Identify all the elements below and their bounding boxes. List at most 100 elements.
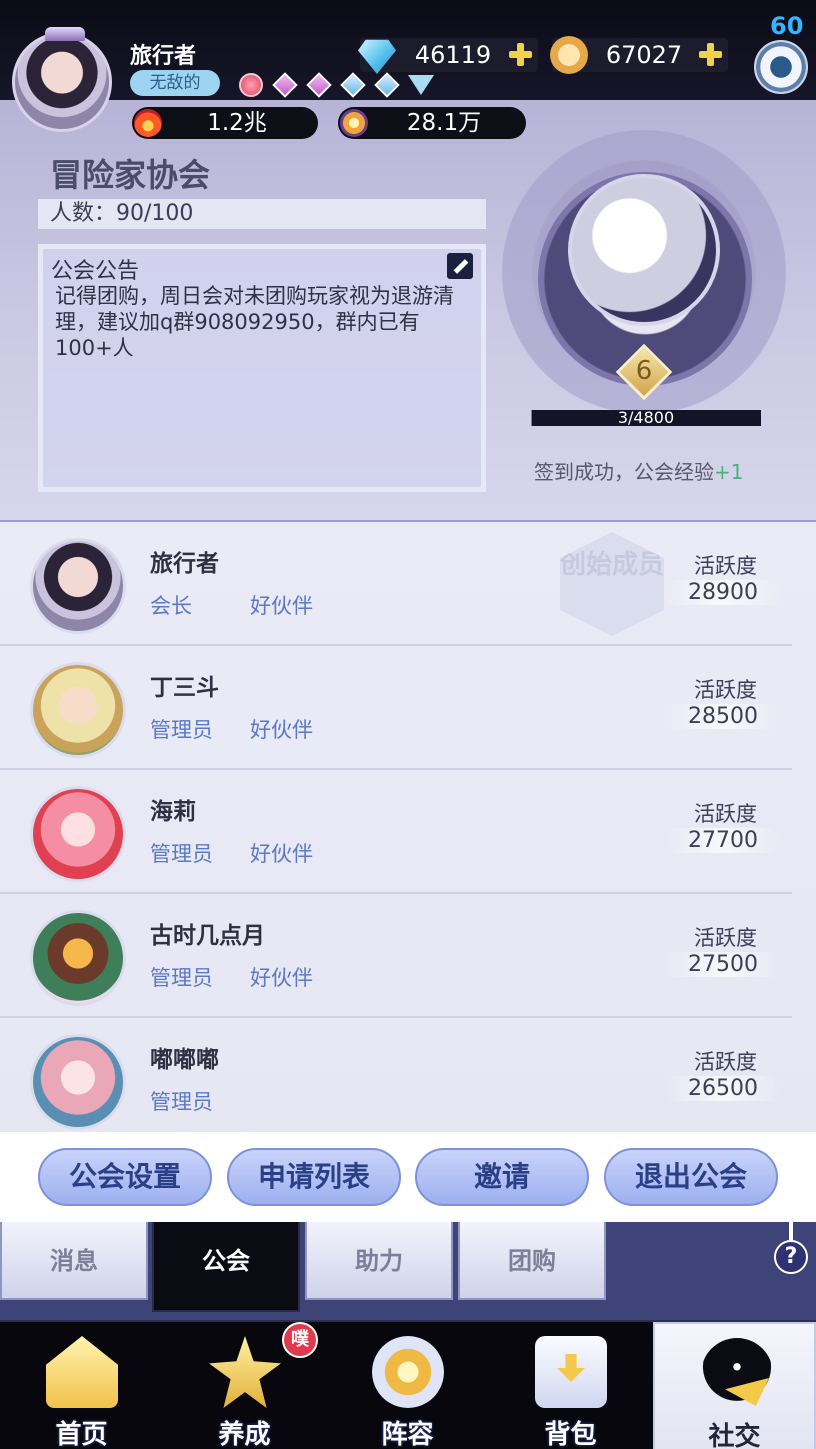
activity-label: 活跃度 [694, 802, 757, 826]
signin-text: 签到成功，公会经验 [534, 460, 714, 484]
edit-notice-icon[interactable] [447, 253, 473, 279]
member-name: 古时几点月 [150, 923, 265, 949]
nav-train-label: 养成 [218, 1420, 271, 1449]
list-item[interactable]: 古时几点月 管理员 好伙伴 活跃度 27500 [0, 894, 792, 1018]
activity-value: 27700 [666, 828, 780, 853]
activity-label: 活跃度 [694, 678, 757, 702]
add-coins-plus-icon[interactable] [698, 42, 722, 66]
help-icon[interactable]: ? [774, 1240, 808, 1274]
power-stat: 1.2兆 [132, 107, 318, 139]
nav-home[interactable]: 首页 [0, 1322, 163, 1449]
notice-text: 记得团购，周日会对未团购玩家视为退游清理，建议加q群908092950，群内已有… [55, 284, 454, 360]
player-avatar[interactable] [12, 27, 112, 132]
activity-value: 27500 [666, 952, 780, 977]
tab-guild[interactable]: 公会 [152, 1222, 300, 1312]
guild-emblem-moon-icon[interactable] [568, 174, 720, 326]
gem-currency: 46119 [358, 38, 538, 74]
member-name: 海莉 [150, 799, 196, 825]
help-pin [789, 1214, 793, 1242]
red-gem-icon [236, 70, 266, 100]
player-title-badge[interactable]: 无敌的 [130, 70, 220, 96]
guild-exp-bar: 3/4800 [531, 410, 761, 426]
member-role: 管理员 [150, 966, 213, 990]
avatar[interactable] [30, 538, 126, 634]
coin-currency-icon [550, 36, 588, 74]
activity-value: 26500 [666, 1076, 780, 1101]
blue-diamond-icon [338, 70, 368, 100]
coin-amount: 67027 [605, 41, 683, 69]
member-role: 管理员 [150, 842, 213, 866]
avatar[interactable] [30, 786, 126, 882]
founder-badge: 创始成员 [560, 532, 664, 636]
fire-icon [134, 109, 162, 137]
notification-badge: 噗 [282, 1322, 318, 1358]
guild-info-panel: 冒险家协会 人数：90/100 公会公告 记得团购，周日会对未团购玩家视为退游清… [0, 100, 816, 522]
list-item[interactable]: 创始成员 旅行者 会长 好伙伴 活跃度 28900 [0, 522, 792, 646]
list-item[interactable]: 嘟嘟嘟 管理员 活跃度 26500 [0, 1018, 792, 1132]
bottom-nav: 首页 养成 噗 阵容 背包 社交 [0, 1320, 816, 1449]
nav-bag[interactable]: 背包 [489, 1322, 652, 1449]
avatar[interactable] [30, 910, 126, 1006]
activity-label: 活跃度 [694, 554, 757, 578]
member-tag: 好伙伴 [250, 966, 313, 990]
signin-status: 签到成功，公会经验+1 [534, 456, 743, 485]
gem-amount: 46119 [414, 41, 492, 69]
notice-title: 公会公告 [51, 259, 140, 284]
star-train-icon [209, 1336, 281, 1408]
social-subtabs: 消息 公会 助力 团购 ? [0, 1214, 816, 1320]
application-list-button[interactable]: 申请列表 [227, 1148, 401, 1206]
member-role: 管理员 [150, 718, 213, 742]
guild-action-bar: 公会设置 申请列表 邀请 退出公会 [0, 1132, 816, 1222]
team-icon [372, 1336, 444, 1408]
member-tag: 好伙伴 [250, 718, 313, 742]
list-item[interactable]: 丁三斗 管理员 好伙伴 活跃度 28500 [0, 646, 792, 770]
guild-name: 冒险家协会 [50, 156, 211, 194]
nav-social-label: 社交 [708, 1422, 761, 1449]
power-value: 1.2兆 [207, 110, 267, 136]
guild-exp-text: 3/4800 [617, 408, 675, 427]
tab-assist[interactable]: 助力 [305, 1222, 453, 1300]
member-name: 嘟嘟嘟 [150, 1047, 219, 1073]
add-gems-plus-icon[interactable] [508, 42, 532, 66]
nav-home-label: 首页 [55, 1420, 108, 1449]
diamond-currency-icon [358, 39, 396, 74]
guild-settings-button[interactable]: 公会设置 [38, 1148, 212, 1206]
activity-value: 28500 [666, 704, 780, 729]
score-stat: 28.1万 [338, 107, 526, 139]
player-level: 60 [770, 12, 804, 40]
invite-button[interactable]: 邀请 [415, 1148, 589, 1206]
bag-icon [535, 1336, 607, 1408]
member-name: 旅行者 [150, 551, 219, 577]
player-name: 旅行者 [130, 44, 197, 69]
tab-messages[interactable]: 消息 [0, 1222, 148, 1300]
activity-label: 活跃度 [694, 1050, 757, 1074]
avatar[interactable] [30, 1034, 126, 1130]
pink-diamond-icon [304, 70, 334, 100]
top-bar: 60 旅行者 无敌的 46119 67027 [0, 0, 816, 100]
guild-notice-box: 公会公告 记得团购，周日会对未团购玩家视为退游清理，建议加q群908092950… [38, 244, 486, 492]
home-icon [46, 1336, 118, 1408]
blue-diamond-icon [372, 70, 402, 100]
star-badge-icon [340, 109, 368, 137]
avatar[interactable] [30, 662, 126, 758]
member-role: 管理员 [150, 1090, 213, 1114]
member-tag: 好伙伴 [250, 594, 313, 618]
leave-guild-button[interactable]: 退出公会 [604, 1148, 778, 1206]
blue-triangle-gem-icon [406, 70, 436, 100]
guild-level: 6 [635, 356, 653, 386]
pink-diamond-icon [270, 70, 300, 100]
member-role: 会长 [150, 594, 192, 618]
guild-member-count: 人数：90/100 [38, 199, 486, 229]
member-tag: 好伙伴 [250, 842, 313, 866]
nav-team-label: 阵容 [381, 1420, 434, 1449]
nav-team[interactable]: 阵容 [326, 1322, 489, 1449]
list-item[interactable]: 海莉 管理员 好伙伴 活跃度 27700 [0, 770, 792, 894]
tab-group-buy[interactable]: 团购 [458, 1222, 606, 1300]
settings-gear-icon[interactable] [754, 40, 808, 94]
signin-bonus: +1 [714, 460, 744, 484]
activity-label: 活跃度 [694, 926, 757, 950]
member-list[interactable]: 创始成员 旅行者 会长 好伙伴 活跃度 28900 丁三斗 管理员 好伙伴 活跃… [0, 522, 816, 1132]
nav-social[interactable]: 社交 [653, 1322, 816, 1449]
nav-bag-label: 背包 [544, 1420, 597, 1449]
coin-currency: 67027 [550, 36, 728, 74]
